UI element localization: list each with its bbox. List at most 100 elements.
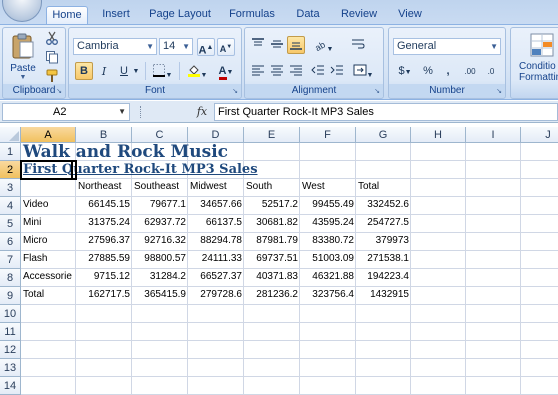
cell-j14[interactable] [521, 377, 558, 395]
cell-i14[interactable] [466, 377, 521, 395]
cell-j2[interactable] [521, 161, 558, 179]
row-header-1[interactable]: 1 [0, 143, 21, 161]
cell-j12[interactable] [521, 341, 558, 359]
align-right-button[interactable] [287, 62, 305, 80]
cell-i1[interactable] [466, 143, 521, 161]
row-header-13[interactable]: 13 [0, 359, 21, 377]
row-header-11[interactable]: 11 [0, 323, 21, 341]
cell-g13[interactable] [356, 359, 411, 377]
cell-f10[interactable] [300, 305, 356, 323]
cell-g12[interactable] [356, 341, 411, 359]
cell-c10[interactable] [132, 305, 188, 323]
increase-decimal-button[interactable]: .00 [461, 62, 479, 80]
number-format-dropdown[interactable]: General ▼ [393, 38, 501, 55]
row-header-4[interactable]: 4 [0, 197, 21, 215]
cell-b10[interactable] [76, 305, 132, 323]
cell-f14[interactable] [300, 377, 356, 395]
orientation-button[interactable]: ab ▼ [309, 36, 337, 54]
number-launcher-icon[interactable]: ↘ [495, 88, 503, 96]
row-header-12[interactable]: 12 [0, 341, 21, 359]
cell-d12[interactable] [188, 341, 244, 359]
cell-c13[interactable] [132, 359, 188, 377]
tab-page-layout[interactable]: Page Layout [146, 6, 214, 24]
cell-i8[interactable] [466, 269, 521, 287]
cell-i4[interactable] [466, 197, 521, 215]
font-name-dropdown[interactable]: Cambria ▼ [73, 38, 157, 55]
cell-a11[interactable] [21, 323, 76, 341]
cell-j10[interactable] [521, 305, 558, 323]
column-header-a[interactable]: A [21, 127, 76, 143]
cell-h12[interactable] [411, 341, 466, 359]
tab-review[interactable]: Review [336, 6, 382, 24]
cell-e12[interactable] [244, 341, 300, 359]
font-launcher-icon[interactable]: ↘ [231, 88, 239, 96]
cell-j7[interactable] [521, 251, 558, 269]
select-all-corner[interactable] [0, 127, 21, 143]
top-align-button[interactable] [249, 36, 267, 54]
column-header-j[interactable]: J [521, 127, 558, 143]
cell-a14[interactable] [21, 377, 76, 395]
row-header-5[interactable]: 5 [0, 215, 21, 233]
cell-d13[interactable] [188, 359, 244, 377]
cell-b11[interactable] [76, 323, 132, 341]
cell-a13[interactable] [21, 359, 76, 377]
column-header-h[interactable]: H [411, 127, 466, 143]
cell-c12[interactable] [132, 341, 188, 359]
cell-e14[interactable] [244, 377, 300, 395]
cell-h7[interactable] [411, 251, 466, 269]
row-header-14[interactable]: 14 [0, 377, 21, 395]
cell-f12[interactable] [300, 341, 356, 359]
row-header-2[interactable]: 2 [0, 161, 21, 179]
column-header-b[interactable]: B [76, 127, 132, 143]
increase-indent-button[interactable] [328, 62, 346, 80]
align-center-button[interactable] [268, 62, 286, 80]
cell-i7[interactable] [466, 251, 521, 269]
column-header-f[interactable]: F [300, 127, 356, 143]
row-header-6[interactable]: 6 [0, 233, 21, 251]
fill-color-button[interactable]: ▼ [183, 62, 211, 80]
cell-h14[interactable] [411, 377, 466, 395]
cell-d14[interactable] [188, 377, 244, 395]
column-header-g[interactable]: G [356, 127, 411, 143]
paste-button[interactable]: Paste ▼ [7, 30, 39, 81]
cell-i10[interactable] [466, 305, 521, 323]
cell-i2[interactable] [466, 161, 521, 179]
insert-function-button[interactable]: fx [192, 104, 212, 120]
shrink-font-button[interactable]: A▼ [217, 38, 235, 56]
cell-i13[interactable] [466, 359, 521, 377]
row-header-10[interactable]: 10 [0, 305, 21, 323]
cell-a3[interactable] [21, 179, 76, 197]
decrease-decimal-button[interactable]: .0 [482, 62, 500, 80]
cell-g11[interactable] [356, 323, 411, 341]
bottom-align-button[interactable] [287, 36, 305, 54]
cell-j8[interactable] [521, 269, 558, 287]
cell-h5[interactable] [411, 215, 466, 233]
cell-h4[interactable] [411, 197, 466, 215]
decrease-indent-button[interactable] [309, 62, 327, 80]
cell-i5[interactable] [466, 215, 521, 233]
cell-h8[interactable] [411, 269, 466, 287]
cell-i6[interactable] [466, 233, 521, 251]
percent-style-button[interactable]: % [419, 62, 437, 80]
merge-center-button[interactable]: ▼ [349, 62, 377, 80]
cell-h3[interactable] [411, 179, 466, 197]
grow-font-button[interactable]: A▲ [197, 38, 215, 57]
cell-i3[interactable] [466, 179, 521, 197]
conditional-formatting-button[interactable]: Conditio Formattin [515, 30, 558, 84]
cell-e10[interactable] [244, 305, 300, 323]
copy-button[interactable] [43, 49, 61, 67]
tab-view[interactable]: View [392, 6, 428, 24]
cell-g2[interactable] [356, 161, 411, 179]
cell-h11[interactable] [411, 323, 466, 341]
middle-align-button[interactable] [268, 36, 286, 54]
tab-insert[interactable]: Insert [96, 6, 136, 24]
cell-a12[interactable] [21, 341, 76, 359]
alignment-launcher-icon[interactable]: ↘ [373, 88, 381, 96]
row-header-8[interactable]: 8 [0, 269, 21, 287]
cell-j13[interactable] [521, 359, 558, 377]
font-size-dropdown[interactable]: 14 ▼ [159, 38, 193, 55]
cell-c14[interactable] [132, 377, 188, 395]
cell-d11[interactable] [188, 323, 244, 341]
underline-dropdown-icon[interactable]: ▼ [131, 62, 141, 80]
tab-home[interactable]: Home [46, 6, 88, 24]
